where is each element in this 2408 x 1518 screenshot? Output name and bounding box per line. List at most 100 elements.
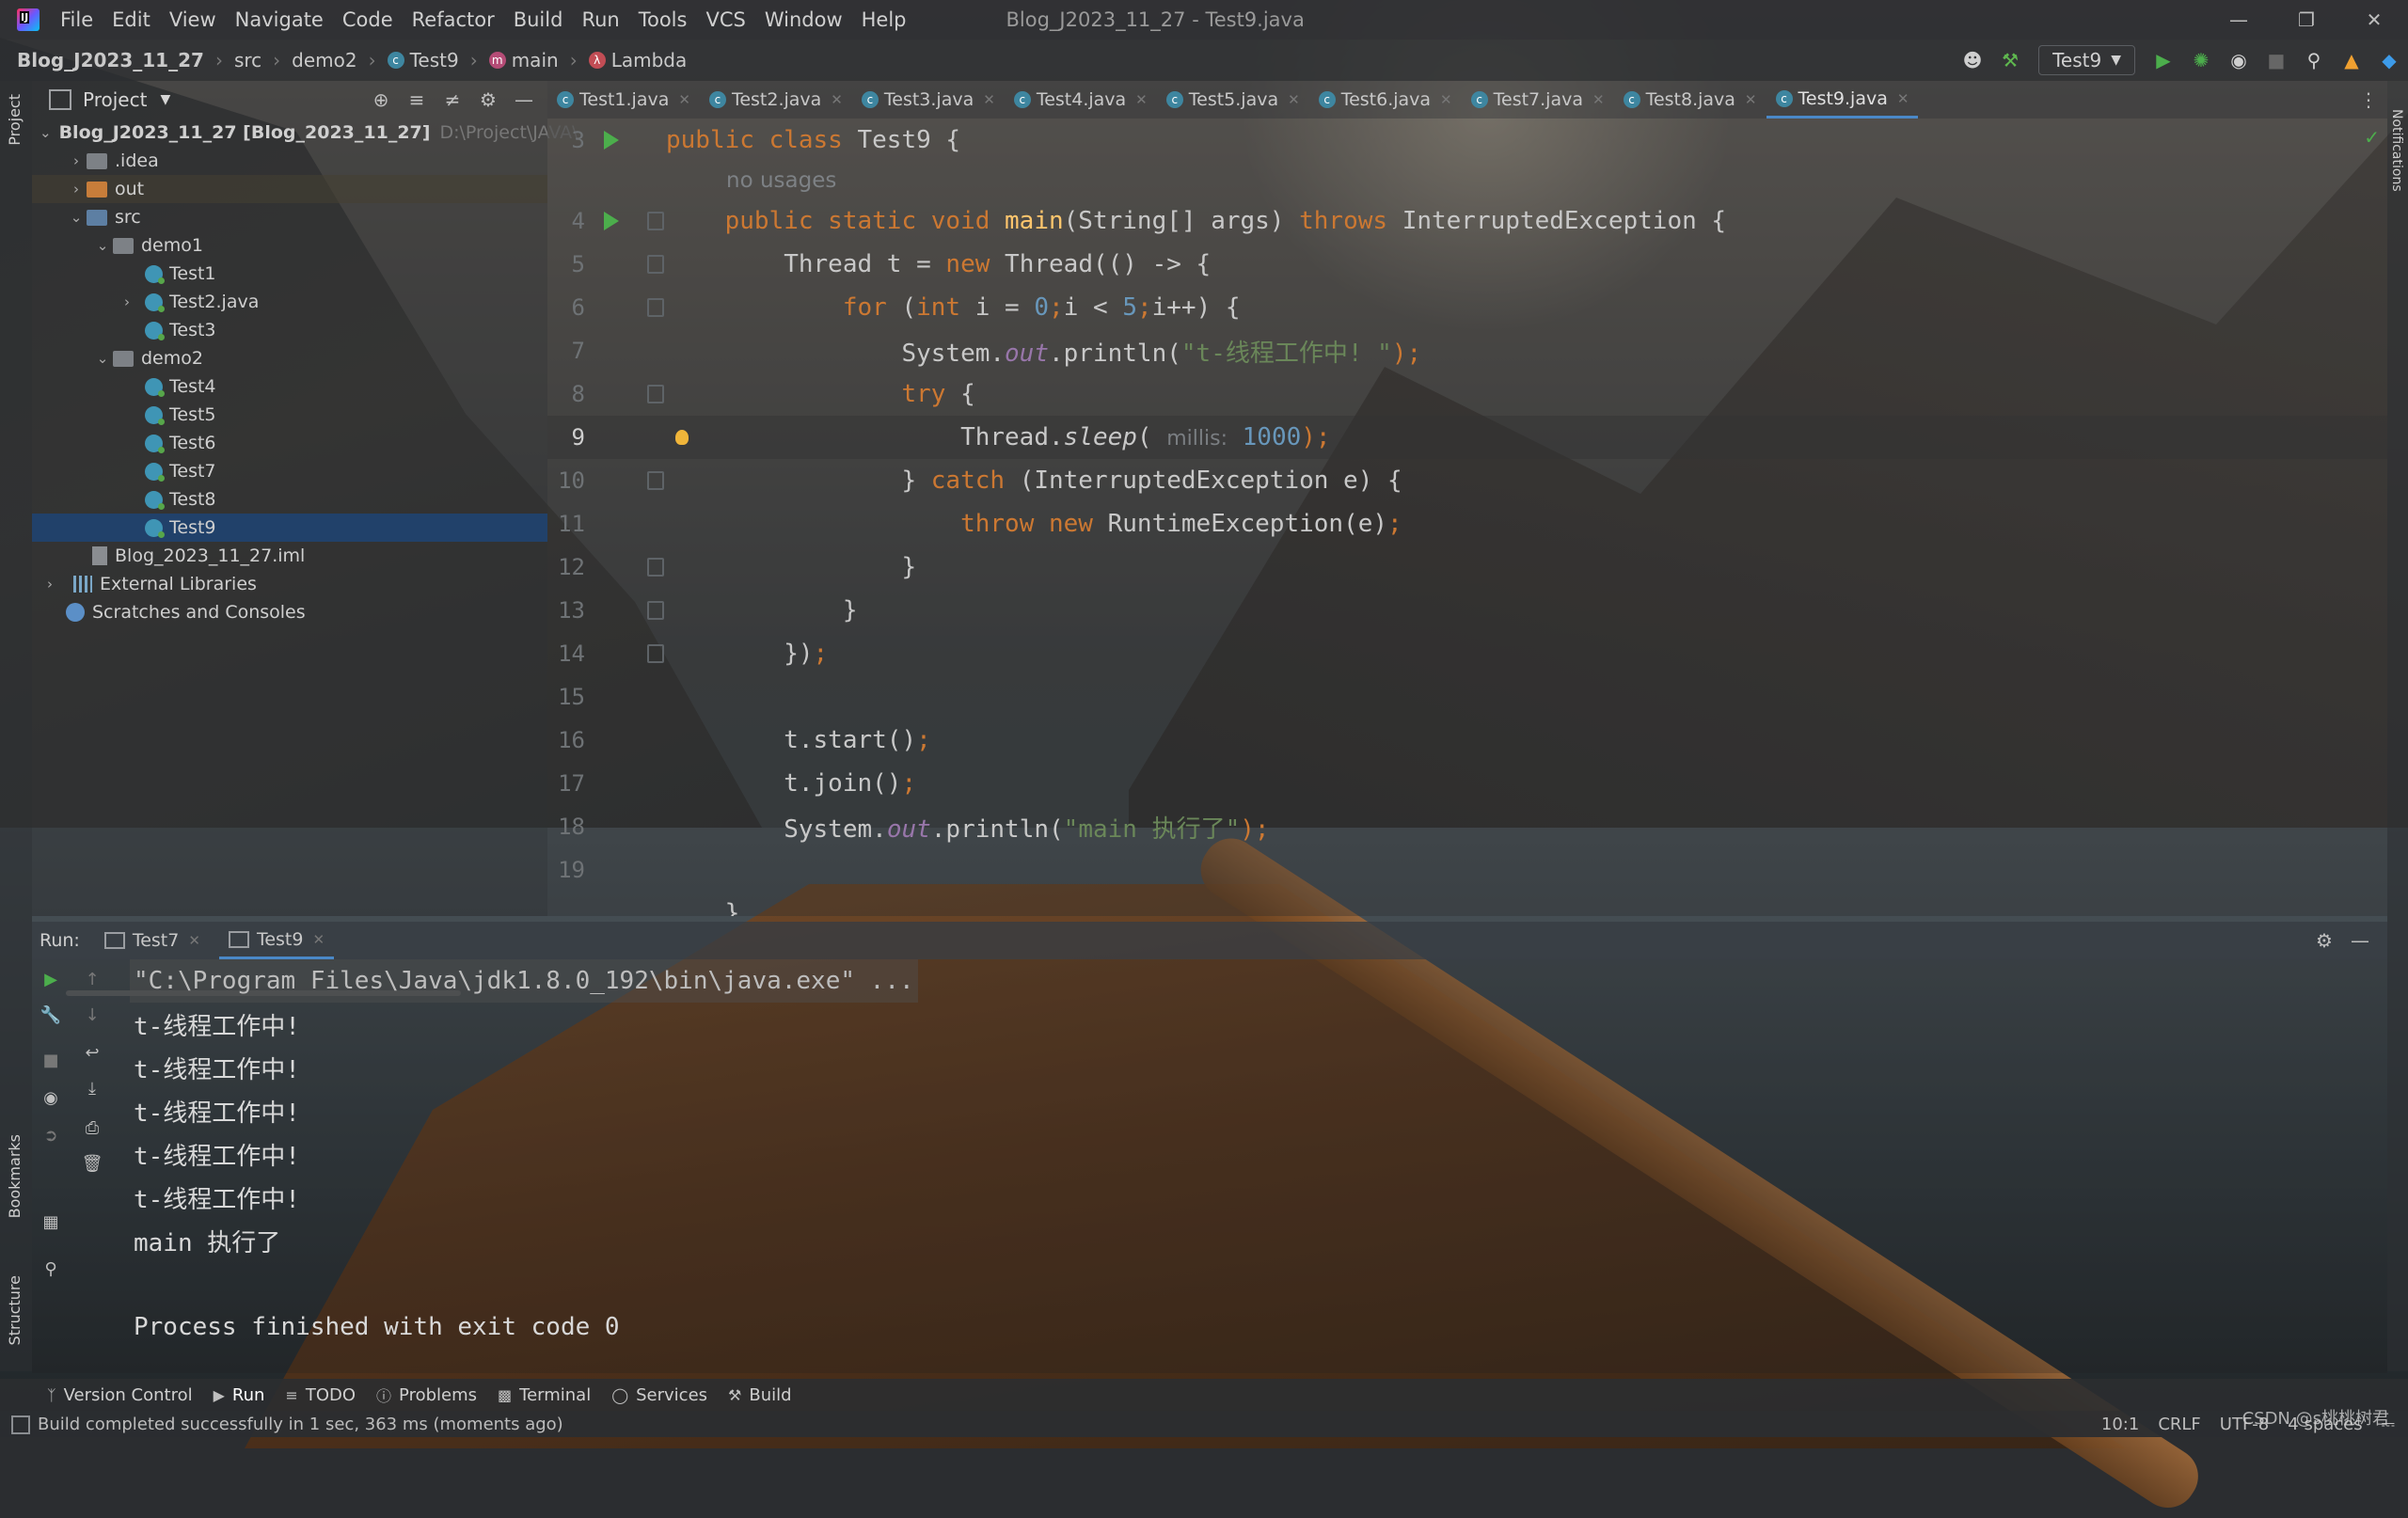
menu-view[interactable]: View bbox=[169, 8, 216, 31]
tool-version-control[interactable]: ᛉ Version Control bbox=[47, 1385, 193, 1405]
hide-icon[interactable]: — bbox=[506, 88, 542, 111]
close-icon[interactable]: ✕ bbox=[2340, 0, 2408, 40]
tree-item-test1[interactable]: Test1 bbox=[32, 260, 547, 288]
plugin-icon[interactable]: ◆ bbox=[2370, 41, 2408, 79]
code-line[interactable]: 17 t.join(); bbox=[547, 762, 2387, 805]
fold-icon[interactable] bbox=[647, 558, 664, 577]
fold-icon[interactable] bbox=[647, 644, 664, 663]
close-icon[interactable]: ✕ bbox=[1897, 90, 1909, 107]
tool-todo[interactable]: ≡ TODO bbox=[285, 1385, 356, 1405]
menu-file[interactable]: File bbox=[60, 8, 93, 31]
close-icon[interactable]: ✕ bbox=[1745, 91, 1757, 108]
run-config-select[interactable]: Test9 ▼ bbox=[2038, 45, 2135, 75]
tree-item-test8[interactable]: Test8 bbox=[32, 485, 547, 514]
coverage-icon[interactable]: ◉ bbox=[2220, 41, 2258, 79]
menu-code[interactable]: Code bbox=[342, 8, 393, 31]
tab-test4[interactable]: c Test4.java ✕ bbox=[1005, 81, 1157, 119]
exit-icon[interactable]: ➲ bbox=[40, 1125, 62, 1147]
expand-all-icon[interactable]: ≡ bbox=[399, 88, 435, 111]
run-gutter-icon[interactable] bbox=[604, 131, 619, 150]
menu-edit[interactable]: Edit bbox=[112, 8, 150, 31]
close-icon[interactable]: ✕ bbox=[1288, 91, 1300, 108]
tab-test7[interactable]: c Test7.java ✕ bbox=[1462, 81, 1614, 119]
scroll-to-end-icon[interactable]: ⤓ bbox=[81, 1078, 103, 1100]
camera-icon[interactable]: ◉ bbox=[40, 1087, 62, 1110]
rerun-icon[interactable]: ▶ bbox=[40, 969, 62, 991]
restore-icon[interactable]: ❐ bbox=[2273, 0, 2340, 40]
stripe-bookmarks[interactable]: Bookmarks bbox=[6, 1134, 24, 1218]
tree-item-demo1[interactable]: ⌄ demo1 bbox=[32, 231, 547, 260]
fold-icon[interactable] bbox=[647, 298, 664, 317]
stop-icon[interactable]: ■ bbox=[40, 1050, 62, 1072]
tree-item-test9[interactable]: Test9 bbox=[32, 514, 547, 542]
collapse-all-icon[interactable]: ≠ bbox=[435, 88, 470, 111]
run-tab-test7[interactable]: Test7 ✕ bbox=[95, 922, 210, 959]
close-icon[interactable]: ✕ bbox=[1592, 91, 1605, 108]
breadcrumb-src[interactable]: src bbox=[234, 49, 261, 71]
menu-vcs[interactable]: VCS bbox=[705, 8, 745, 31]
debug-icon[interactable]: ✺ bbox=[2182, 41, 2220, 79]
code-line[interactable]: 5 Thread t = new Thread(() -> { bbox=[547, 243, 2387, 286]
locate-icon[interactable]: ⊕ bbox=[363, 88, 399, 111]
stripe-project[interactable]: Project bbox=[6, 94, 24, 146]
tool-build[interactable]: ⚒ Build bbox=[728, 1385, 792, 1405]
tree-item-demo2[interactable]: ⌄ demo2 bbox=[32, 344, 547, 372]
inlay-usage-hint[interactable]: no usages bbox=[547, 162, 2387, 199]
code-line[interactable]: 3 public class Test9 { bbox=[547, 119, 2387, 162]
tree-item-test7[interactable]: Test7 bbox=[32, 457, 547, 485]
tree-item-external-libraries[interactable]: › External Libraries bbox=[32, 570, 547, 598]
fold-icon[interactable] bbox=[647, 471, 664, 490]
tab-test1[interactable]: c Test1.java ✕ bbox=[547, 81, 700, 119]
menu-refactor[interactable]: Refactor bbox=[412, 8, 495, 31]
code-line[interactable]: 15 bbox=[547, 675, 2387, 719]
code-line[interactable]: 13 } bbox=[547, 589, 2387, 632]
tab-test9[interactable]: c Test9.java ✕ bbox=[1766, 81, 1919, 119]
run-tab-test9[interactable]: Test9 ✕ bbox=[218, 922, 335, 959]
run-console[interactable]: ▶ 🔧 ■ ◉ ➲ ▦ ⚲ ↑ ↓ ↩ ⤓ ⎙ 🗑 "C:\Program Fi… bbox=[32, 959, 2387, 1373]
hide-icon[interactable]: — bbox=[2342, 929, 2378, 952]
run-gutter-icon[interactable] bbox=[604, 212, 619, 230]
tab-test6[interactable]: c Test6.java ✕ bbox=[1309, 81, 1462, 119]
stripe-structure[interactable]: Structure bbox=[6, 1275, 24, 1345]
close-icon[interactable]: ✕ bbox=[983, 91, 995, 108]
code-line[interactable]: 16 t.start(); bbox=[547, 719, 2387, 762]
status-toggle-icon[interactable] bbox=[11, 1415, 30, 1434]
menu-window[interactable]: Window bbox=[765, 8, 843, 31]
arrow-down-icon[interactable]: ↓ bbox=[81, 1004, 103, 1027]
close-icon[interactable]: ✕ bbox=[1135, 91, 1148, 108]
caret-position[interactable]: 10:1 bbox=[2101, 1415, 2139, 1434]
code-line[interactable]: 19 bbox=[547, 848, 2387, 892]
menu-run[interactable]: Run bbox=[581, 8, 619, 31]
code-line-current[interactable]: 9 Thread.sleep( millis: 1000); bbox=[547, 416, 2387, 459]
menu-build[interactable]: Build bbox=[514, 8, 563, 31]
code-line[interactable]: 8 try { bbox=[547, 372, 2387, 416]
stripe-notifications[interactable]: Notifications bbox=[2389, 109, 2404, 192]
close-icon[interactable]: ✕ bbox=[831, 91, 843, 108]
fold-icon[interactable] bbox=[647, 212, 664, 230]
tab-test2[interactable]: c Test2.java ✕ bbox=[700, 81, 852, 119]
breadcrumb-method[interactable]: m main bbox=[488, 49, 559, 71]
tab-test8[interactable]: c Test8.java ✕ bbox=[1614, 81, 1766, 119]
stop-icon[interactable]: ■ bbox=[2258, 41, 2295, 79]
menu-tools[interactable]: Tools bbox=[639, 8, 688, 31]
close-icon[interactable]: ✕ bbox=[312, 931, 325, 948]
tree-item-test2[interactable]: › Test2.java bbox=[32, 288, 547, 316]
menu-navigate[interactable]: Navigate bbox=[235, 8, 324, 31]
soft-wrap-icon[interactable]: ↩ bbox=[81, 1042, 103, 1065]
more-vertical-icon[interactable]: ⋮ bbox=[2359, 88, 2378, 111]
project-panel-title[interactable]: Project bbox=[83, 88, 147, 111]
tree-item-root[interactable]: ⌄ Blog_J2023_11_27 [Blog_2023_11_27] D:\… bbox=[32, 119, 578, 147]
tree-item-iml[interactable]: Blog_2023_11_27.iml bbox=[32, 542, 547, 570]
line-separator[interactable]: CRLF bbox=[2158, 1415, 2200, 1434]
update-icon[interactable]: ▲ bbox=[2333, 41, 2370, 79]
breadcrumb-demo2[interactable]: demo2 bbox=[292, 49, 356, 71]
code-line[interactable]: 11 throw new RuntimeException(e); bbox=[547, 502, 2387, 546]
fold-icon[interactable] bbox=[647, 385, 664, 403]
gear-icon[interactable]: ⚙ bbox=[2306, 929, 2342, 952]
tab-test3[interactable]: c Test3.java ✕ bbox=[852, 81, 1005, 119]
code-line[interactable]: 14 }); bbox=[547, 632, 2387, 675]
fold-icon[interactable] bbox=[647, 255, 664, 274]
account-icon[interactable]: ☻ bbox=[1954, 41, 1991, 79]
code-line[interactable]: 4 public static void main(String[] args)… bbox=[547, 199, 2387, 243]
close-icon[interactable]: ✕ bbox=[188, 932, 200, 949]
